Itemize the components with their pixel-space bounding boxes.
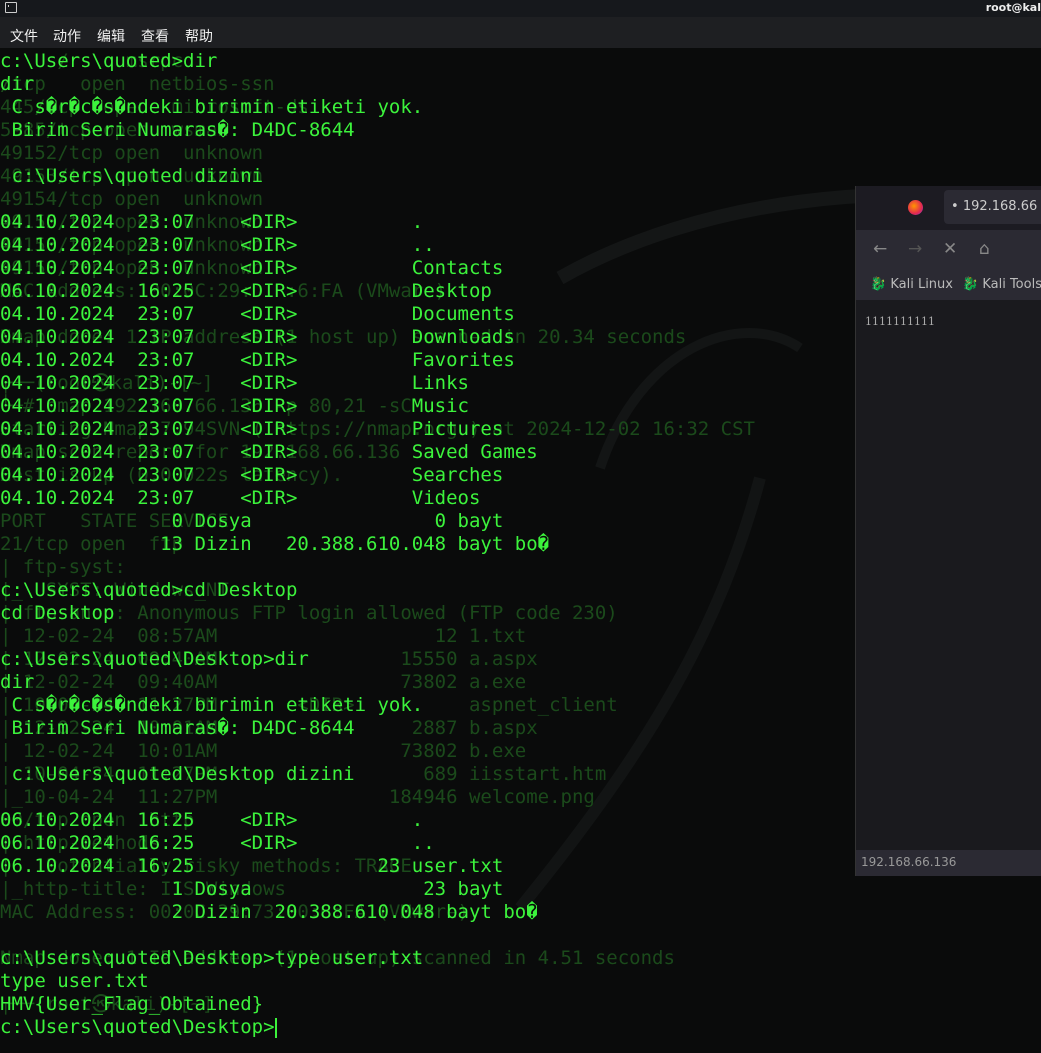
forward-icon[interactable]: → <box>908 239 922 259</box>
terminal-line: 04.10.2024 23:07 <DIR> Videos <box>0 487 481 509</box>
background-line: | 12-02-24 09:40AM 73802 a.exe <box>0 671 527 693</box>
home-icon[interactable]: ⌂ <box>979 239 990 259</box>
terminal-line: 04.10.2024 23:07 <DIR> Documents <box>0 303 515 325</box>
terminal-line: dir <box>0 671 35 693</box>
bookmarks-bar: 🐉 Kali Linux 🐉 Kali Tools <box>856 270 1041 300</box>
terminal-line: 04.10.2024 23:07 <DIR> Music <box>0 395 469 417</box>
menu-help[interactable]: 帮助 <box>185 26 213 46</box>
stop-icon[interactable]: ✕ <box>943 239 957 259</box>
terminal-line: 13 Dizin 20.388.610.048 bayt bo� <box>0 533 550 555</box>
terminal-line: 04.10.2024 23:07 <DIR> Downloads <box>0 326 515 348</box>
terminal-line: 04.10.2024 23:07 <DIR> Saved Games <box>0 441 538 463</box>
terminal-line: C s�r�c�s�ndeki birimin etiketi yok. <box>0 96 424 118</box>
terminal-line: dir <box>0 73 35 95</box>
terminal-line: 04.10.2024 23:07 <DIR> Pictures <box>0 418 504 440</box>
menu-view[interactable]: 查看 <box>141 26 169 46</box>
terminal-line: 04.10.2024 23:07 <DIR> Searches <box>0 464 504 486</box>
browser-nav-bar: ← → ✕ ⌂ <box>856 230 1041 270</box>
top-panel: root@kal <box>0 0 1041 17</box>
terminal-line: 06.10.2024 16:25 <DIR> . <box>0 809 424 831</box>
browser-tab[interactable]: • 192.168.66 <box>944 190 1041 224</box>
background-line: | ftp-syst: <box>0 556 126 578</box>
terminal-line: 04.10.2024 23:07 <DIR> Favorites <box>0 349 515 371</box>
terminal-line: Birim Seri Numaras�: D4DC-8644 <box>0 119 355 141</box>
terminal-line: c:\Users\quoted\Desktop dizini <box>0 763 355 785</box>
terminal-line: c:\Users\quoted\Desktop>type user.txt <box>0 947 424 969</box>
browser-tab-bar: • 192.168.66 <box>856 186 1041 230</box>
terminal-line: c:\Users\quoted>cd Desktop <box>0 579 298 601</box>
status-url: 192.168.66.136 <box>861 855 957 869</box>
firefox-icon[interactable] <box>908 200 923 215</box>
menu-edit[interactable]: 编辑 <box>97 26 125 46</box>
terminal-line: c:\Users\quoted\Desktop> <box>0 1016 275 1038</box>
background-line: | 12-02-24 08:57AM 12 1.txt <box>0 625 527 647</box>
terminal-line: HMV{User_Flag_Obtained} <box>0 993 264 1015</box>
terminal-line: type user.txt <box>0 970 149 992</box>
background-line: 49154/tcp open unknown <box>0 188 264 210</box>
terminal-line: 04.10.2024 23:07 <DIR> .. <box>0 234 435 256</box>
terminal-line: c:\Users\quoted dizini <box>0 165 264 187</box>
terminal-line: 1 Dosya 23 bayt <box>0 878 504 900</box>
terminal-cursor <box>274 1018 277 1038</box>
terminal-line: C s�r�c�s�ndeki birimin etiketi yok. <box>0 694 424 716</box>
window-title: root@kal <box>985 1 1041 14</box>
terminal-line: 2 Dizin 20.388.610.048 bayt bo� <box>0 901 538 923</box>
browser-tab-title: • 192.168.66 <box>951 199 1038 214</box>
terminal-line: 04.10.2024 23:07 <DIR> Links <box>0 372 469 394</box>
terminal-line: cd Desktop <box>0 602 115 624</box>
terminal-icon[interactable] <box>5 2 17 13</box>
terminal-line: Birim Seri Numaras�: D4DC-8644 <box>0 717 355 739</box>
background-line: /tcp open netbios-ssn <box>0 73 275 95</box>
terminal-line: c:\Users\quoted>dir <box>0 50 218 72</box>
terminal-line: 04.10.2024 23:07 <DIR> Contacts <box>0 257 504 279</box>
background-line: 49152/tcp open unknown <box>0 142 264 164</box>
background-line: | 12-02-24 10:01AM 73802 b.exe <box>0 740 527 762</box>
back-icon[interactable]: ← <box>873 239 887 259</box>
browser-page-content: 1111111111 <box>856 300 1041 850</box>
background-line: |_10-04-24 11:27PM 184946 welcome.png <box>0 786 595 808</box>
terminal-line: c:\Users\quoted\Desktop>dir <box>0 648 309 670</box>
menu-bar: 文件 动作 编辑 查看 帮助 <box>0 17 1041 48</box>
menu-action[interactable]: 动作 <box>53 26 81 46</box>
browser-status-bar: 192.168.66.136 <box>856 850 1041 876</box>
terminal-line: 04.10.2024 23:07 <DIR> . <box>0 211 424 233</box>
bookmark-kali-linux[interactable]: 🐉 Kali Linux <box>870 277 953 292</box>
terminal-line: 06.10.2024 16:25 <DIR> .. <box>0 832 435 854</box>
terminal-line: 0 Dosya 0 bayt <box>0 510 504 532</box>
terminal-line: 06.10.2024 16:25 23 user.txt <box>0 855 504 877</box>
menu-file[interactable]: 文件 <box>10 26 38 46</box>
bookmark-kali-tools[interactable]: 🐉 Kali Tools <box>962 277 1041 292</box>
terminal-line: 06.10.2024 16:25 <DIR> Desktop <box>0 280 492 302</box>
firefox-window[interactable]: • 192.168.66 ← → ✕ ⌂ 🐉 Kali Linux 🐉 Kali… <box>855 186 1041 876</box>
page-text: 1111111111 <box>865 315 935 328</box>
